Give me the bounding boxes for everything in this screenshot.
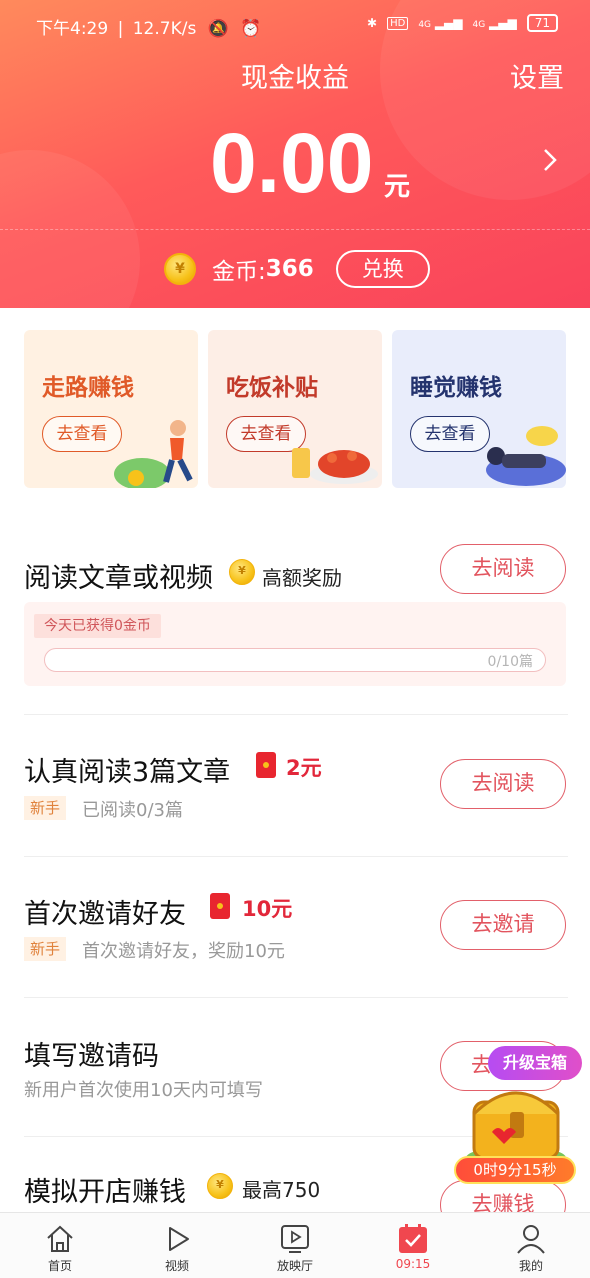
task-read-reward: 高额奖励 <box>262 566 342 590</box>
signal-icon-2: 4G ▂▄▆ <box>472 16 517 30</box>
divider <box>24 997 568 998</box>
card-walk[interactable]: 走路赚钱 去查看 <box>24 330 198 488</box>
nav-home[interactable]: 首页 <box>20 1213 100 1278</box>
card-meal[interactable]: 吃饭补贴 去查看 <box>208 330 382 488</box>
page-title: 现金收益 <box>241 63 349 94</box>
red-envelope-icon <box>256 752 276 778</box>
header: 下午4:29 | 12.7K/s 🔕 ⏰ ✱ HD 4G ▂▄▆ 4G ▂▄▆ … <box>0 0 590 308</box>
play-icon <box>169 1227 189 1251</box>
nav-label: 我的 <box>518 1259 543 1273</box>
today-coins-tag: 今天已获得0金币 <box>34 614 161 638</box>
nav-checkin[interactable]: 09:15 <box>373 1213 453 1278</box>
red-envelope-icon <box>210 893 230 919</box>
progress-text: 0/10篇 <box>487 654 533 670</box>
bottom-nav: 首页 视频 放映厅 09:15 我的 <box>0 1212 590 1278</box>
coin-row: ¥ 金币: 366 兑换 <box>164 250 430 288</box>
task-invite-title: 首次邀请好友 <box>24 899 186 930</box>
status-speed: 12.7K/s <box>132 19 197 39</box>
divider <box>0 229 590 230</box>
task-shop-reward: 最高750 <box>242 1178 321 1202</box>
chevron-right-icon[interactable] <box>534 144 566 176</box>
task-invite-reward: 10元 <box>242 897 293 921</box>
card-title: 走路赚钱 <box>42 375 134 401</box>
divider <box>24 856 568 857</box>
task-invite-sub: 首次邀请好友，奖励10元 <box>82 941 285 962</box>
coin-icon: ¥ <box>207 1173 233 1199</box>
sleep-illustration <box>486 426 566 486</box>
mute-icon: 🔕 <box>207 19 229 39</box>
hd-icon: HD <box>387 16 409 30</box>
divider <box>24 714 568 715</box>
coin-label: 金币: <box>212 259 266 285</box>
status-time: 下午4:29 <box>36 19 109 39</box>
new-user-badge: 新手 <box>24 796 66 820</box>
task-code-sub: 新用户首次使用10天内可填写 <box>24 1080 263 1101</box>
card-title: 吃饭补贴 <box>226 375 318 401</box>
read-button[interactable]: 去阅读 <box>440 544 566 594</box>
read-progress-bar: 0/10篇 <box>44 648 546 672</box>
runner-illustration <box>114 420 193 488</box>
task-careful-sub: 已阅读0/3篇 <box>82 800 183 821</box>
battery-icon: 71 <box>526 14 558 32</box>
nav-video[interactable]: 视频 <box>137 1213 217 1278</box>
food-illustration <box>292 448 378 484</box>
nav-label: 09:15 <box>395 1257 431 1271</box>
alarm-icon: ⏰ <box>240 19 262 39</box>
task-careful-title: 认真阅读3篇文章 <box>24 757 231 788</box>
signal-icon-1: 4G ▂▄▆ <box>418 16 463 30</box>
invite-button[interactable]: 去邀请 <box>440 900 566 950</box>
task-shop-title: 模拟开店赚钱 <box>24 1177 186 1208</box>
task-careful-reward: 2元 <box>286 756 322 780</box>
nav-label: 首页 <box>47 1259 72 1273</box>
cash-unit: 元 <box>384 172 411 202</box>
nav-label: 放映厅 <box>276 1259 313 1273</box>
card-sleep[interactable]: 睡觉赚钱 去查看 <box>392 330 566 488</box>
exchange-button[interactable]: 兑换 <box>335 250 430 288</box>
nav-me[interactable]: 我的 <box>491 1213 571 1278</box>
status-bar: 下午4:29 | 12.7K/s 🔕 ⏰ ✱ HD 4G ▂▄▆ 4G ▂▄▆ … <box>0 0 590 52</box>
home-icon <box>47 1225 73 1252</box>
tv-icon <box>281 1225 309 1253</box>
chest-timer: 0时9分15秒 <box>454 1156 576 1184</box>
coin-icon: ¥ <box>164 253 196 285</box>
cash-amount: 0.00 <box>210 116 374 210</box>
task-read-title: 阅读文章或视频 <box>24 563 213 594</box>
read-progress-panel: 今天已获得0金币 0/10篇 <box>24 602 566 686</box>
checkin-icon <box>399 1224 427 1253</box>
upgrade-chest-tag: 升级宝箱 <box>488 1046 582 1080</box>
user-icon <box>517 1225 545 1254</box>
card-title: 睡觉赚钱 <box>410 375 502 401</box>
careful-read-button[interactable]: 去阅读 <box>440 759 566 809</box>
bluetooth-icon: ✱ <box>367 16 378 30</box>
task-code-title: 填写邀请码 <box>24 1041 159 1072</box>
coin-icon: ¥ <box>229 559 255 585</box>
nav-label: 视频 <box>164 1259 189 1273</box>
coin-value: 366 <box>265 256 314 282</box>
settings-button[interactable]: 设置 <box>510 56 564 95</box>
new-user-badge: 新手 <box>24 937 66 961</box>
nav-theater[interactable]: 放映厅 <box>255 1213 335 1278</box>
treasure-box[interactable]: 升级宝箱 0时9分15秒 <box>452 1042 582 1188</box>
